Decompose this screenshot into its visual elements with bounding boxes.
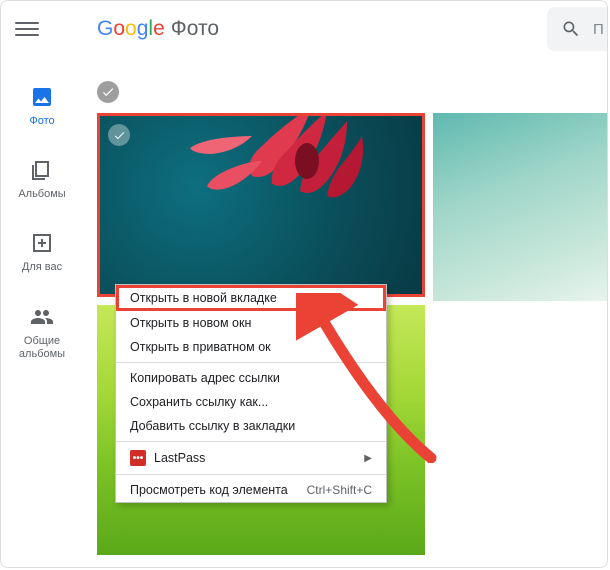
menu-item-label: Открыть в новом окн [130,316,251,330]
app-header: Google Фото П [1,1,607,57]
foryou-icon [30,231,54,255]
menu-item-label: LastPass [154,451,205,465]
app-logo[interactable]: Google Фото [97,17,219,41]
menu-separator [116,441,386,442]
sidebar-item-label: Общие альбомы [1,335,83,361]
menu-item-bookmark-link[interactable]: Добавить ссылку в закладки [116,414,386,438]
sidebar-item-albums[interactable]: Альбомы [1,158,83,201]
menu-separator [116,362,386,363]
chevron-right-icon: ▶ [364,453,372,464]
sidebar-item-label: Фото [29,115,54,128]
sidebar-item-label: Для вас [22,261,62,274]
albums-icon [30,158,54,182]
menu-icon[interactable] [15,17,39,41]
menu-item-label: Открыть в новой вкладке [130,291,277,305]
menu-item-label: Сохранить ссылку как... [130,395,268,409]
check-icon [101,85,115,99]
sidebar-item-shared[interactable]: Общие альбомы [1,305,83,361]
search-icon [561,19,581,39]
menu-item-open-private[interactable]: Открыть в приватном ок [116,335,386,359]
menu-item-label: Копировать адрес ссылки [130,371,280,385]
thumbnail-check[interactable] [108,124,130,146]
menu-item-label: Добавить ссылку в закладки [130,419,295,433]
select-all-check[interactable] [97,81,119,103]
lastpass-icon: ••• [130,450,146,466]
menu-item-open-new-window[interactable]: Открыть в новом окн [116,311,386,335]
menu-item-open-new-tab[interactable]: Открыть в новой вкладке [116,285,386,311]
photo-thumbnail[interactable] [433,113,608,301]
shared-icon [30,305,54,329]
check-icon [113,129,126,142]
menu-item-copy-link[interactable]: Копировать адрес ссылки [116,366,386,390]
sidebar-item-foryou[interactable]: Для вас [1,231,83,274]
flower-illustration [152,113,412,246]
photo-thumbnail-selected[interactable] [97,113,425,297]
menu-item-inspect[interactable]: Просмотреть код элемента Ctrl+Shift+C [116,478,386,502]
app-name-text: Фото [171,17,219,41]
menu-item-label: Открыть в приватном ок [130,340,271,354]
menu-shortcut: Ctrl+Shift+C [307,483,372,497]
sidebar-item-photos[interactable]: Фото [1,85,83,128]
menu-item-lastpass[interactable]: ••• LastPass ▶ [116,445,386,471]
context-menu: Открыть в новой вкладке Открыть в новом … [115,284,387,503]
sidebar-item-label: Альбомы [18,188,65,201]
photos-icon [30,85,54,109]
menu-item-save-link[interactable]: Сохранить ссылку как... [116,390,386,414]
search-button[interactable]: П [547,7,607,51]
sidebar: Фото Альбомы Для вас Общие альбомы [1,57,83,567]
search-placeholder: П [593,21,604,38]
menu-item-label: Просмотреть код элемента [130,483,288,497]
menu-separator [116,474,386,475]
